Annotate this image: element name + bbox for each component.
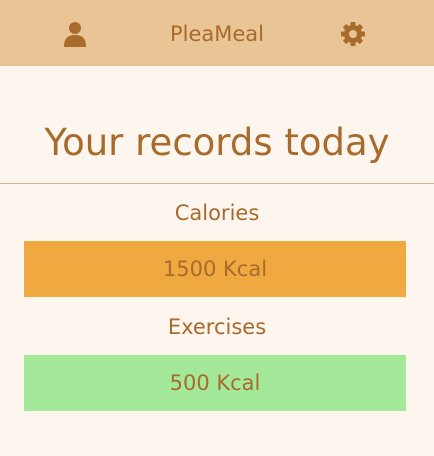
- settings-button[interactable]: [340, 21, 366, 47]
- calories-value-bar: 1500 Kcal: [24, 241, 406, 297]
- exercises-value: 500 Kcal: [169, 371, 261, 395]
- calories-value: 1500 Kcal: [162, 257, 268, 281]
- exercises-value-bar: 500 Kcal: [24, 355, 406, 411]
- gear-icon: [341, 22, 365, 46]
- calories-label: Calories: [174, 201, 260, 225]
- app-header: PleaMeal: [0, 0, 434, 66]
- divider: [0, 183, 434, 184]
- app-title: PleaMeal: [169, 22, 265, 46]
- exercises-label: Exercises: [167, 315, 267, 339]
- page-title: Your records today: [44, 121, 390, 164]
